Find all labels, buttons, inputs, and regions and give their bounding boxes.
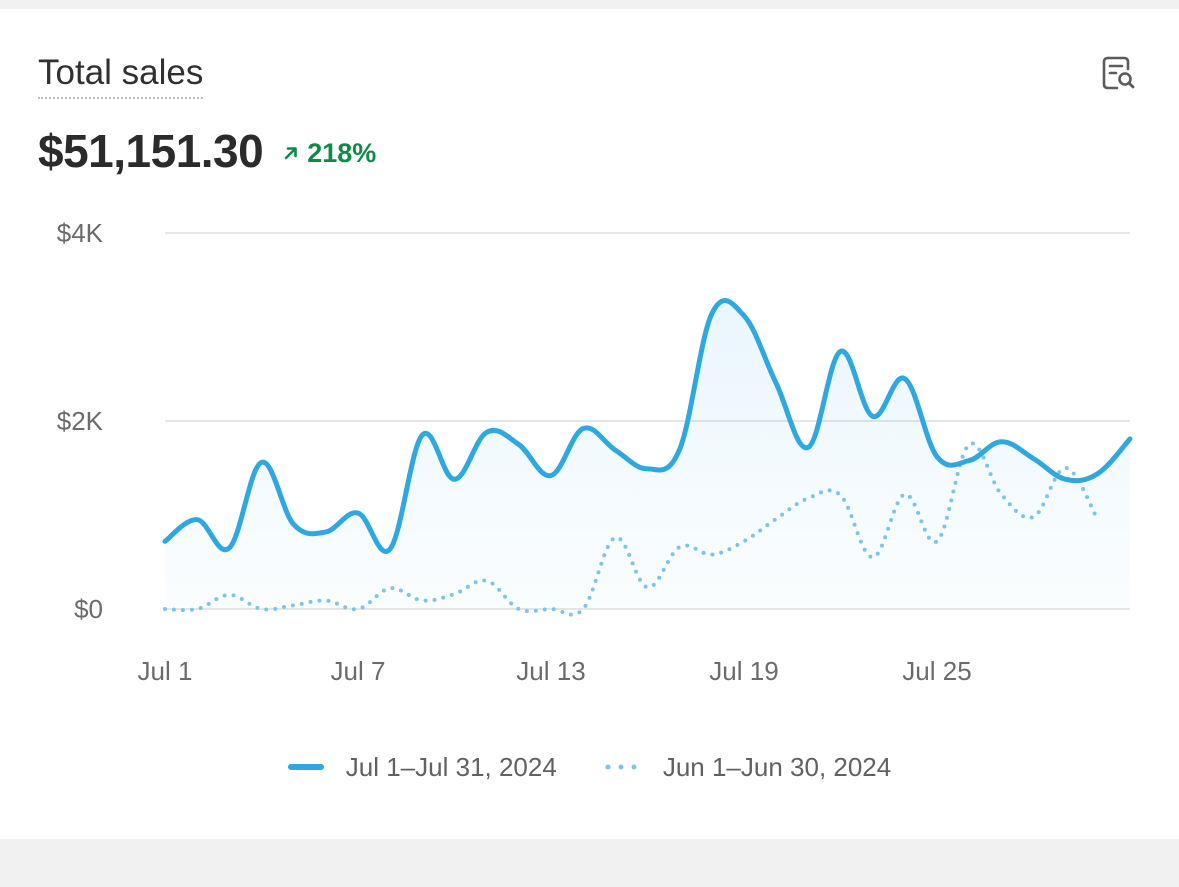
previous-data-point[interactable]: [578, 604, 588, 614]
previous-data-point[interactable]: [1029, 512, 1039, 522]
current-data-point[interactable]: [159, 535, 171, 547]
current-data-point[interactable]: [256, 456, 268, 468]
previous-data-point[interactable]: [321, 596, 331, 606]
current-data-point[interactable]: [1092, 468, 1104, 480]
x-tick-label: Jul 25: [902, 656, 971, 686]
current-data-point[interactable]: [802, 441, 814, 453]
current-data-point[interactable]: [223, 542, 235, 554]
current-data-point[interactable]: [416, 429, 428, 441]
previous-data-point[interactable]: [450, 589, 460, 599]
previous-data-point[interactable]: [1093, 515, 1103, 525]
previous-data-point[interactable]: [224, 590, 234, 600]
current-data-point[interactable]: [513, 439, 525, 451]
previous-data-point[interactable]: [675, 542, 685, 552]
previous-data-point[interactable]: [868, 552, 878, 562]
solid-line-swatch: [287, 764, 324, 770]
current-data-point[interactable]: [706, 308, 718, 320]
y-tick-label: $4K: [57, 218, 104, 248]
dotted-line-swatch: [605, 764, 641, 770]
previous-data-point[interactable]: [900, 489, 910, 499]
x-tick-label: Jul 19: [709, 656, 778, 686]
current-data-point[interactable]: [770, 377, 782, 389]
current-data-point[interactable]: [995, 436, 1007, 448]
previous-data-point[interactable]: [514, 604, 524, 614]
current-data-point[interactable]: [642, 463, 654, 475]
previous-data-point[interactable]: [289, 600, 299, 610]
current-series-area: [165, 300, 1130, 609]
current-data-point[interactable]: [609, 444, 621, 456]
current-data-point[interactable]: [931, 451, 943, 463]
x-tick-label: Jul 13: [516, 656, 585, 686]
current-data-point[interactable]: [481, 426, 493, 438]
legend-label-previous: Jun 1–Jun 30, 2024: [662, 751, 892, 782]
current-data-point[interactable]: [674, 443, 686, 455]
previous-data-point[interactable]: [771, 514, 781, 524]
previous-data-point[interactable]: [739, 536, 749, 546]
y-tick-label: $2K: [57, 406, 104, 436]
previous-data-point[interactable]: [257, 604, 267, 614]
current-data-point[interactable]: [963, 454, 975, 466]
chart-legend: Jul 1–Jul 31, 2024 Jun 1–Jun 30, 2024: [0, 745, 1179, 789]
previous-data-point[interactable]: [964, 440, 974, 450]
previous-data-point[interactable]: [836, 490, 846, 500]
current-data-point[interactable]: [899, 373, 911, 385]
current-data-point[interactable]: [1060, 473, 1072, 485]
previous-data-point[interactable]: [546, 604, 556, 614]
current-data-point[interactable]: [384, 543, 396, 555]
previous-data-point[interactable]: [160, 604, 170, 614]
previous-data-point[interactable]: [996, 489, 1006, 499]
current-data-point[interactable]: [1028, 453, 1040, 465]
previous-data-point[interactable]: [1061, 463, 1071, 473]
previous-data-point[interactable]: [482, 576, 492, 586]
previous-data-point[interactable]: [643, 582, 653, 592]
current-data-point[interactable]: [449, 473, 461, 485]
legend-item-previous[interactable]: Jun 1–Jun 30, 2024: [605, 752, 891, 783]
current-data-point[interactable]: [738, 310, 750, 322]
previous-data-point[interactable]: [803, 493, 813, 503]
current-data-point[interactable]: [545, 470, 557, 482]
previous-data-point[interactable]: [192, 604, 202, 614]
previous-data-point[interactable]: [932, 536, 942, 546]
previous-data-point[interactable]: [353, 604, 363, 614]
current-data-point[interactable]: [352, 507, 364, 519]
x-tick-label: Jul 7: [331, 656, 386, 686]
current-data-point[interactable]: [288, 518, 300, 530]
current-data-point[interactable]: [191, 514, 203, 526]
current-data-point[interactable]: [577, 423, 589, 435]
current-data-point[interactable]: [1124, 433, 1136, 445]
previous-data-point[interactable]: [610, 533, 620, 543]
current-data-point[interactable]: [867, 410, 879, 422]
y-tick-label: $0: [74, 594, 103, 624]
previous-data-point[interactable]: [707, 549, 717, 559]
legend-label-current: Jul 1–Jul 31, 2024: [345, 751, 557, 782]
previous-data-point[interactable]: [385, 583, 395, 593]
current-data-point[interactable]: [320, 526, 332, 538]
legend-item-current[interactable]: Jul 1–Jul 31, 2024: [287, 751, 557, 783]
previous-data-point[interactable]: [417, 596, 427, 606]
x-tick-label: Jul 1: [138, 656, 193, 686]
current-data-point[interactable]: [835, 345, 847, 357]
